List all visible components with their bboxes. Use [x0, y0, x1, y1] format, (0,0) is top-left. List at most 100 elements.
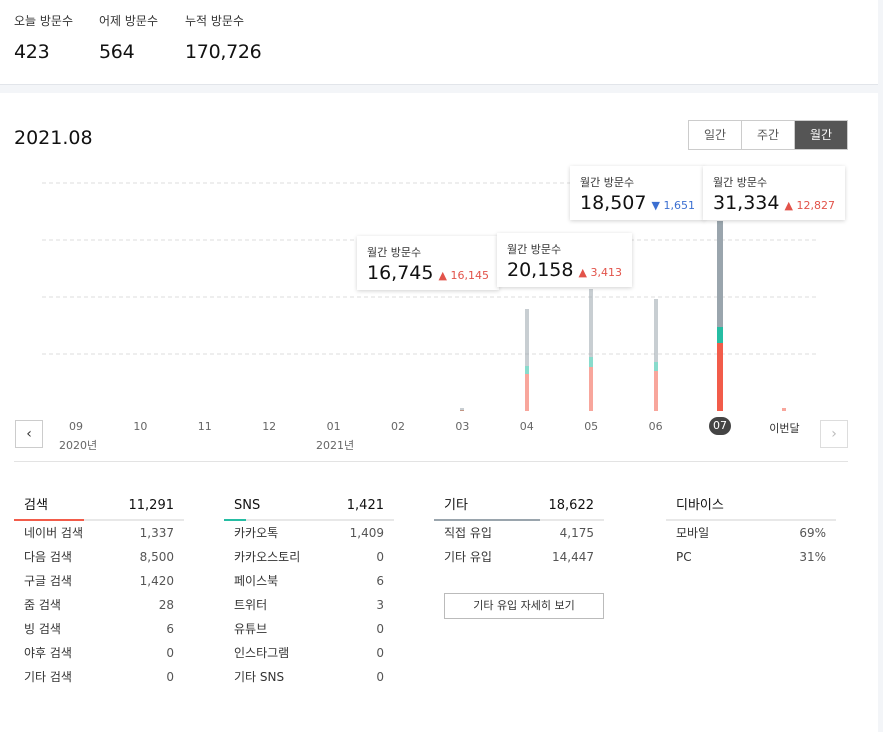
other-inflow-detail-button[interactable]: 기타 유입 자세히 보기: [444, 593, 604, 619]
search-row-value: 1,337: [139, 526, 174, 540]
search-row-label: 야후 검색: [24, 646, 72, 660]
x-tick-label[interactable]: 10: [120, 420, 160, 433]
etc-header: 기타 18,622: [434, 493, 604, 521]
yesterday-label: 어제 방문수: [99, 14, 159, 28]
search-row-value: 1,420: [139, 574, 174, 588]
search-row-value: 6: [166, 622, 174, 636]
device-row-label: 모바일: [676, 526, 710, 540]
up-arrow-icon: ▲: [578, 266, 587, 279]
tooltip-07: 월간 방문수 31,334 ▲ 12,827: [703, 166, 845, 220]
etc-row-label: 기타 유입: [444, 550, 492, 564]
toggle-monthly[interactable]: 월간: [795, 121, 847, 149]
tooltip-value: 20,158: [507, 259, 574, 281]
period-title: 2021.08: [14, 127, 93, 149]
visitor-summary: 오늘 방문수 423 어제 방문수 564 누적 방문수 170,726: [0, 0, 878, 85]
stats-panel: 2021.08 일간 주간 월간 월간 방문수 16,745 ▲ 16,145 월…: [0, 93, 878, 732]
x-tick-label[interactable]: 02: [378, 420, 418, 433]
x-tick-label[interactable]: 07: [709, 417, 731, 435]
bar-segment[interactable]: [460, 409, 465, 411]
x-tick-label[interactable]: 이번달: [764, 420, 804, 436]
x-tick-label[interactable]: 12: [249, 420, 289, 433]
search-header: 검색 11,291: [14, 493, 184, 521]
chevron-right-icon: ›: [831, 426, 837, 442]
search-row: 네이버 검색 1,337: [14, 521, 184, 545]
tooltip-value: 16,745: [367, 262, 434, 284]
chart-next-button[interactable]: ›: [820, 420, 848, 448]
bar-segment[interactable]: [524, 366, 529, 375]
today-visitors: 오늘 방문수 423: [14, 12, 73, 63]
chart-divider: [14, 461, 848, 462]
sns-row-value: 1,409: [349, 526, 384, 540]
x-tick-label[interactable]: 05: [571, 420, 611, 433]
bar-segment[interactable]: [589, 288, 594, 358]
tooltip-delta: 12,827: [796, 199, 835, 212]
search-row: 다음 검색 8,500: [14, 545, 184, 569]
sns-row-label: 인스타그램: [234, 646, 290, 660]
sns-row-label: 카카오톡: [234, 526, 279, 540]
etc-row: 기타 유입 14,447: [434, 545, 604, 569]
search-column: 검색 11,291 네이버 검색 1,337 다음 검색 8,500 구글 검색 1,42…: [14, 493, 184, 689]
bar-segment[interactable]: [524, 374, 529, 411]
etc-row: 직접 유입 4,175: [434, 521, 604, 545]
toggle-daily[interactable]: 일간: [689, 121, 742, 149]
chart-prev-button[interactable]: ‹: [15, 420, 43, 448]
search-row-value: 8,500: [139, 550, 174, 564]
toggle-weekly[interactable]: 주간: [742, 121, 795, 149]
bar-segment[interactable]: [653, 298, 658, 362]
bar-segment[interactable]: [782, 408, 787, 411]
etc-row-label: 직접 유입: [444, 526, 492, 540]
x-tick-label[interactable]: 06: [636, 420, 676, 433]
device-list: 모바일 69% PC 31%: [666, 521, 836, 569]
search-row-value: 0: [166, 670, 174, 684]
search-total: 11,291: [128, 498, 175, 513]
search-row: 줌 검색 28: [14, 593, 184, 617]
sns-title: SNS: [234, 498, 261, 513]
sns-row-label: 유튜브: [234, 622, 268, 636]
bar-segment[interactable]: [524, 309, 529, 367]
x-tick-label[interactable]: 09: [56, 420, 96, 433]
search-title: 검색: [24, 498, 48, 513]
sns-underline: [224, 519, 246, 521]
sns-row-value: 3: [376, 598, 384, 612]
x-tick-label[interactable]: 11: [185, 420, 225, 433]
sns-row-label: 카카오스토리: [234, 550, 301, 564]
bar-segment[interactable]: [589, 366, 594, 411]
sns-row: 트위터 3: [224, 593, 394, 617]
search-row-value: 0: [166, 646, 174, 660]
sns-row: 인스타그램 0: [224, 641, 394, 665]
bar-segment[interactable]: [653, 361, 658, 371]
search-list: 네이버 검색 1,337 다음 검색 8,500 구글 검색 1,420 줌 검색 28 빙 검…: [14, 521, 184, 689]
bar-segment[interactable]: [589, 357, 594, 367]
search-row: 야후 검색 0: [14, 641, 184, 665]
bar-segment[interactable]: [717, 327, 723, 343]
search-row-label: 구글 검색: [24, 574, 72, 588]
device-title: 디바이스: [676, 498, 724, 513]
sns-row-value: 0: [376, 550, 384, 564]
sns-column: SNS 1,421 카카오톡 1,409 카카오스토리 0 페이스북 6 트위터 3 유튜브 0 인…: [224, 493, 394, 689]
sns-row: 카카오톡 1,409: [224, 521, 394, 545]
bar-segment[interactable]: [717, 221, 723, 328]
etc-column: 기타 18,622 직접 유입 4,175 기타 유입 14,447: [434, 493, 604, 569]
sns-row: 카카오스토리 0: [224, 545, 394, 569]
search-row-label: 다음 검색: [24, 550, 72, 564]
bar-segment[interactable]: [717, 342, 723, 411]
device-row: PC 31%: [666, 545, 836, 569]
bar-segment[interactable]: [653, 370, 658, 411]
total-value: 170,726: [185, 41, 262, 63]
tooltip-value: 31,334: [713, 192, 780, 214]
etc-title: 기타: [444, 498, 468, 513]
yesterday-visitors: 어제 방문수 564: [99, 12, 158, 63]
x-tick-label[interactable]: 04: [507, 420, 547, 433]
etc-row-value: 14,447: [552, 550, 594, 564]
etc-row-value: 4,175: [559, 526, 594, 540]
x-tick-label[interactable]: 01: [314, 420, 354, 433]
tooltip-06: 월간 방문수 18,507 ▼ 1,651: [570, 166, 705, 220]
search-row-label: 줌 검색: [24, 598, 61, 612]
tooltip-title: 월간 방문수: [713, 176, 768, 189]
search-row: 구글 검색 1,420: [14, 569, 184, 593]
sns-row-label: 페이스북: [234, 574, 279, 588]
x-tick-label[interactable]: 03: [442, 420, 482, 433]
up-arrow-icon: ▲: [438, 269, 447, 282]
search-row-value: 28: [158, 598, 174, 612]
today-value: 423: [14, 41, 50, 63]
